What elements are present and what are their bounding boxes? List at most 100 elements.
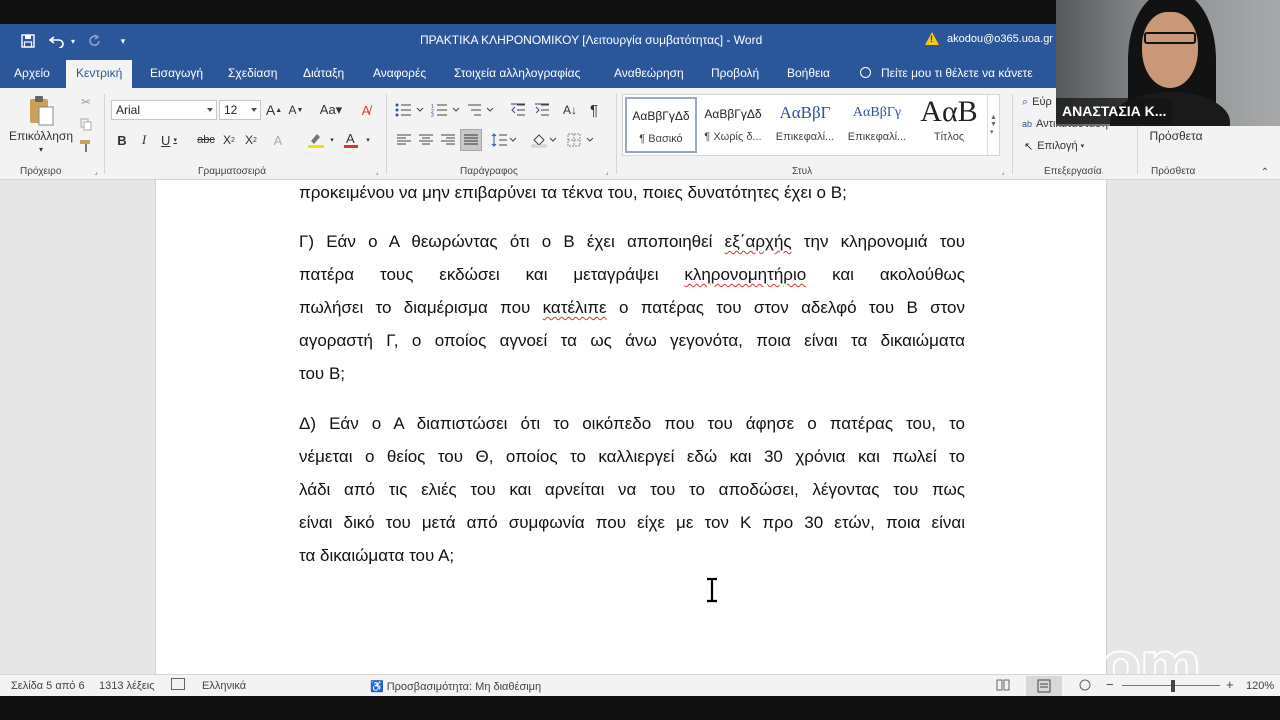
styles-gallery: ΑαΒβΓγΔδ ¶ Βασικό ΑαΒβΓγΔδ ¶ Χωρίς δ... … xyxy=(622,94,1000,156)
align-center-icon[interactable] xyxy=(416,130,436,150)
accessibility-status[interactable]: ♿ Προσβασιμότητα: Μη διαθέσιμη xyxy=(370,680,541,693)
tab-review[interactable]: Αναθεώρηση xyxy=(612,58,686,88)
italic-icon[interactable]: I xyxy=(136,130,152,150)
account-area[interactable]: akodou@o365.uoa.gr xyxy=(925,32,1053,45)
strikethrough-icon[interactable]: abc xyxy=(196,130,216,150)
sort-icon[interactable]: A↓ xyxy=(560,100,580,120)
tab-layout[interactable]: Διάταξη xyxy=(301,58,346,88)
show-formatting-marks-icon[interactable]: ¶ xyxy=(586,100,602,120)
read-mode-icon[interactable] xyxy=(996,679,1010,691)
style-normal[interactable]: ΑαΒβΓγΔδ ¶ Βασικό xyxy=(625,97,697,153)
paste-button[interactable]: Επικόλληση xyxy=(6,128,76,144)
multilevel-list-icon[interactable] xyxy=(466,100,498,120)
align-left-icon[interactable] xyxy=(394,130,414,150)
zoom-level[interactable]: 120% xyxy=(1246,680,1274,692)
redo-icon[interactable] xyxy=(86,24,104,58)
superscript-icon[interactable]: X2 xyxy=(242,130,260,150)
replace-icon: ab xyxy=(1022,119,1033,129)
highlight-color-icon[interactable] xyxy=(304,130,328,150)
text-effects-icon[interactable]: A xyxy=(268,130,288,150)
decrease-indent-icon[interactable] xyxy=(508,100,528,120)
cut-icon[interactable]: ✂ xyxy=(78,94,94,110)
group-label-paragraph: Παράγραφος xyxy=(460,166,518,177)
undo-icon[interactable] xyxy=(46,24,68,58)
text-cursor-icon xyxy=(707,577,717,603)
align-right-icon[interactable] xyxy=(438,130,458,150)
underline-icon[interactable]: U ▾ xyxy=(158,130,180,150)
tab-mailings[interactable]: Στοιχεία αλληλογραφίας xyxy=(452,58,582,88)
shading-icon[interactable] xyxy=(530,130,560,150)
find-label: Εύρ xyxy=(1032,96,1052,108)
tab-file[interactable]: Αρχείο xyxy=(12,58,52,88)
tab-home[interactable]: Κεντρική xyxy=(66,60,133,88)
paragraph-c: Γ) Εάν ο Α θεωρώντας ότι ο Β έχει αποποι… xyxy=(299,225,965,390)
text-line: λάδι από τις ελιές του και αρνείται να τ… xyxy=(299,480,965,499)
text-run: την κληρονομιά του xyxy=(791,232,965,251)
style-no-spacing[interactable]: ΑαΒβΓγΔδ ¶ Χωρίς δ... xyxy=(697,97,769,153)
collapse-ribbon-icon[interactable]: ⌃ xyxy=(1258,166,1272,178)
language[interactable]: Ελληνικά xyxy=(202,680,246,692)
tab-help[interactable]: Βοήθεια xyxy=(785,58,832,88)
numbering-icon[interactable]: 123 xyxy=(430,100,462,120)
highlight-dropdown-icon[interactable]: ▾ xyxy=(328,132,336,148)
print-layout-icon[interactable] xyxy=(1026,676,1062,696)
proofing-icon[interactable] xyxy=(171,678,185,690)
clear-formatting-icon[interactable]: A̸ xyxy=(356,100,376,120)
zoom-in-button[interactable]: + xyxy=(1226,677,1234,692)
font-size-value: 12 xyxy=(224,103,238,117)
format-painter-icon[interactable] xyxy=(78,138,94,154)
select-button[interactable]: ↖ Επιλογή ▾ xyxy=(1024,138,1104,154)
style-name: Επικεφαλί... xyxy=(847,131,907,143)
clipboard-launcher-icon[interactable]: ⌟ xyxy=(92,168,100,176)
style-sample: ΑαΒ xyxy=(920,95,978,128)
change-case-icon[interactable]: Aa▾ xyxy=(314,100,348,120)
zoom-slider-thumb[interactable] xyxy=(1171,680,1175,692)
undo-dropdown-icon[interactable]: ▾ xyxy=(68,24,78,58)
separator xyxy=(386,94,387,174)
bold-icon[interactable]: B xyxy=(114,130,130,150)
subscript-icon[interactable]: X2 xyxy=(220,130,238,150)
font-name-select[interactable]: Arial xyxy=(111,100,217,120)
spelling-error: κληρονομητήριο xyxy=(684,265,807,284)
font-launcher-icon[interactable]: ⌟ xyxy=(373,168,381,176)
tab-design[interactable]: Σχεδίαση xyxy=(226,58,279,88)
tab-references[interactable]: Αναφορές xyxy=(371,58,428,88)
page-count[interactable]: Σελίδα 5 από 6 xyxy=(11,680,85,692)
styles-scroll[interactable]: ▲ ▼ ▾ xyxy=(987,95,999,155)
grow-font-icon[interactable]: A ▲ xyxy=(265,100,283,120)
tab-view[interactable]: Προβολή xyxy=(709,58,761,88)
styles-launcher-icon[interactable]: ⌟ xyxy=(999,168,1007,176)
style-sample: ΑαΒβΓ xyxy=(779,103,831,122)
web-layout-icon[interactable] xyxy=(1078,679,1092,691)
bullets-icon[interactable] xyxy=(394,100,426,120)
style-title[interactable]: ΑαΒ Τίτλος xyxy=(913,95,985,153)
style-name: ¶ Χωρίς δ... xyxy=(704,131,762,143)
tell-me-box[interactable]: Πείτε μου τι θέλετε να κάνετε xyxy=(860,58,1033,88)
paste-dropdown-icon[interactable]: ▾ xyxy=(36,144,46,154)
text-run: πατέρα τους εκδώσει και μεταγράψει xyxy=(299,265,685,284)
shrink-font-icon[interactable]: A ▼ xyxy=(287,100,305,120)
paste-icon[interactable] xyxy=(26,94,56,128)
accessibility-text: Προσβασιμότητα: Μη διαθέσιμη xyxy=(386,681,542,693)
borders-icon[interactable] xyxy=(566,130,598,150)
text-run: και ακολούθως xyxy=(806,265,965,284)
word-count[interactable]: 1313 λέξεις xyxy=(99,680,155,692)
paragraph-launcher-icon[interactable]: ⌟ xyxy=(603,168,611,176)
text-run: Γ) Εάν ο Α θεωρώντας ότι ο Β έχει αποποι… xyxy=(299,232,725,251)
tab-insert[interactable]: Εισαγωγή xyxy=(148,58,205,88)
font-color-icon[interactable]: A xyxy=(340,130,362,150)
addins-button[interactable]: Πρόσθετα xyxy=(1143,128,1209,144)
customize-quick-access-icon[interactable]: ▾ xyxy=(116,24,130,58)
justify-icon[interactable] xyxy=(460,129,482,151)
style-heading-1[interactable]: ΑαΒβΓ Επικεφαλί... xyxy=(769,97,841,153)
line-spacing-icon[interactable] xyxy=(490,130,518,150)
font-size-select[interactable]: 12 xyxy=(219,100,261,120)
document-page[interactable]: προκειμένου να μην επιβαρύνει τα τέκνα τ… xyxy=(155,180,1107,674)
increase-indent-icon[interactable] xyxy=(532,100,552,120)
style-heading-2[interactable]: ΑαΒβΓγ Επικεφαλί... xyxy=(841,97,913,153)
text-line: Δ) Εάν ο Α διαπιστώσει ότι το οικόπεδο π… xyxy=(299,414,965,433)
zoom-out-button[interactable]: − xyxy=(1106,677,1114,692)
save-icon[interactable] xyxy=(18,24,38,58)
copy-icon[interactable] xyxy=(78,116,94,132)
font-color-dropdown-icon[interactable]: ▾ xyxy=(364,132,372,148)
